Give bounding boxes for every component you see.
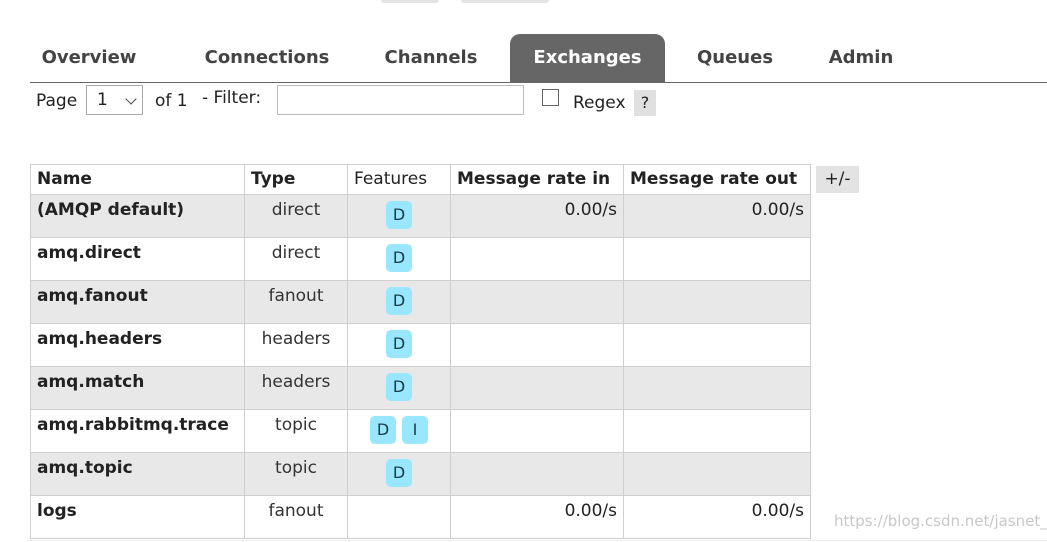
durable-badge: D	[386, 373, 412, 401]
message-rate-in	[450, 237, 624, 281]
message-rate-in: 0.00/s	[450, 495, 624, 539]
exchange-features: D	[347, 366, 451, 410]
exchange-type: direct	[244, 237, 348, 281]
tab-admin[interactable]: Admin	[820, 34, 902, 82]
table-row[interactable]: amq.direct direct D	[30, 237, 811, 281]
table-row[interactable]: amq.rabbitmq.trace topic D I	[30, 409, 811, 453]
page-of-label: of 1	[155, 91, 188, 111]
message-rate-out: 0.00/s	[623, 194, 811, 238]
header-name[interactable]: Name	[30, 164, 245, 195]
exchange-features: D	[347, 194, 451, 238]
exchanges-table-body: (AMQP default) direct D 0.00/s 0.00/s amq.dir…	[30, 194, 811, 539]
exchange-type: fanout	[244, 280, 348, 324]
page-select[interactable]: 1	[86, 85, 143, 115]
durable-badge: D	[386, 244, 412, 272]
exchange-name-link[interactable]: (AMQP default)	[30, 194, 245, 238]
top-control-stub	[381, 0, 439, 3]
exchange-type: topic	[244, 452, 348, 496]
exchange-type: topic	[244, 409, 348, 453]
durable-badge: D	[386, 330, 412, 358]
message-rate-out: 0.00/s	[623, 495, 811, 539]
table-row[interactable]: amq.match headers D	[30, 366, 811, 410]
tab-overview[interactable]: Overview	[30, 34, 148, 82]
page-label: Page	[36, 91, 78, 111]
message-rate-in	[450, 409, 624, 453]
divider	[30, 540, 1047, 541]
exchange-name-link[interactable]: amq.fanout	[30, 280, 245, 324]
tab-queues[interactable]: Queues	[690, 34, 780, 82]
top-control-stub	[461, 0, 549, 3]
message-rate-in	[450, 452, 624, 496]
regex-label: Regex	[573, 93, 626, 113]
exchange-name-link[interactable]: amq.topic	[30, 452, 245, 496]
message-rate-out	[623, 280, 811, 324]
table-row[interactable]: (AMQP default) direct D 0.00/s 0.00/s	[30, 194, 811, 238]
tab-channels[interactable]: Channels	[375, 34, 487, 82]
exchange-name-link[interactable]: amq.direct	[30, 237, 245, 281]
exchange-features: D	[347, 452, 451, 496]
filter-label: - Filter:	[202, 88, 262, 108]
exchange-name-link[interactable]: amq.rabbitmq.trace	[30, 409, 245, 453]
regex-checkbox[interactable]	[542, 89, 559, 106]
exchanges-table: Name Type Features Message rate in Messa…	[30, 164, 811, 539]
message-rate-in	[450, 280, 624, 324]
exchange-features: D	[347, 280, 451, 324]
table-row[interactable]: amq.topic topic D	[30, 452, 811, 496]
table-row[interactable]: amq.headers headers D	[30, 323, 811, 367]
header-type[interactable]: Type	[244, 164, 348, 195]
exchange-features	[347, 495, 451, 539]
message-rate-in: 0.00/s	[450, 194, 624, 238]
internal-badge: I	[402, 416, 428, 444]
exchange-name-link[interactable]: amq.headers	[30, 323, 245, 367]
message-rate-out	[623, 323, 811, 367]
message-rate-out	[623, 452, 811, 496]
watermark: https://blog.csdn.net/jasnet_u	[834, 512, 1047, 530]
table-header-row: Name Type Features Message rate in Messa…	[30, 164, 811, 195]
table-row[interactable]: logs fanout 0.00/s 0.00/s	[30, 495, 811, 539]
message-rate-in	[450, 366, 624, 410]
exchange-type: fanout	[244, 495, 348, 539]
exchange-type: headers	[244, 366, 348, 410]
header-message-rate-in[interactable]: Message rate in	[450, 164, 624, 195]
filter-input[interactable]	[277, 85, 524, 115]
exchange-features: DI	[347, 409, 451, 453]
regex-help-button[interactable]: ?	[634, 90, 656, 116]
tab-exchanges[interactable]: Exchanges	[510, 34, 665, 82]
durable-badge: D	[386, 287, 412, 315]
exchange-features: D	[347, 237, 451, 281]
exchange-type: direct	[244, 194, 348, 238]
chevron-down-icon	[125, 93, 137, 105]
page-select-value: 1	[97, 90, 108, 110]
header-message-rate-out[interactable]: Message rate out	[623, 164, 811, 195]
message-rate-out	[623, 237, 811, 281]
rabbitmq-exchanges-page: Overview Connections Channels Exchanges …	[0, 0, 1047, 542]
header-features: Features	[347, 164, 451, 195]
message-rate-out	[623, 366, 811, 410]
main-tabs: Overview Connections Channels Exchanges …	[30, 34, 1047, 83]
table-row[interactable]: amq.fanout fanout D	[30, 280, 811, 324]
exchange-name-link[interactable]: amq.match	[30, 366, 245, 410]
exchange-name-link[interactable]: logs	[30, 495, 245, 539]
durable-badge: D	[386, 459, 412, 487]
durable-badge: D	[386, 201, 412, 229]
message-rate-in	[450, 323, 624, 367]
exchange-type: headers	[244, 323, 348, 367]
message-rate-out	[623, 409, 811, 453]
tab-connections[interactable]: Connections	[193, 34, 341, 82]
exchange-features: D	[347, 323, 451, 367]
durable-badge: D	[370, 416, 396, 444]
column-toggle-button[interactable]: +/-	[816, 166, 859, 193]
